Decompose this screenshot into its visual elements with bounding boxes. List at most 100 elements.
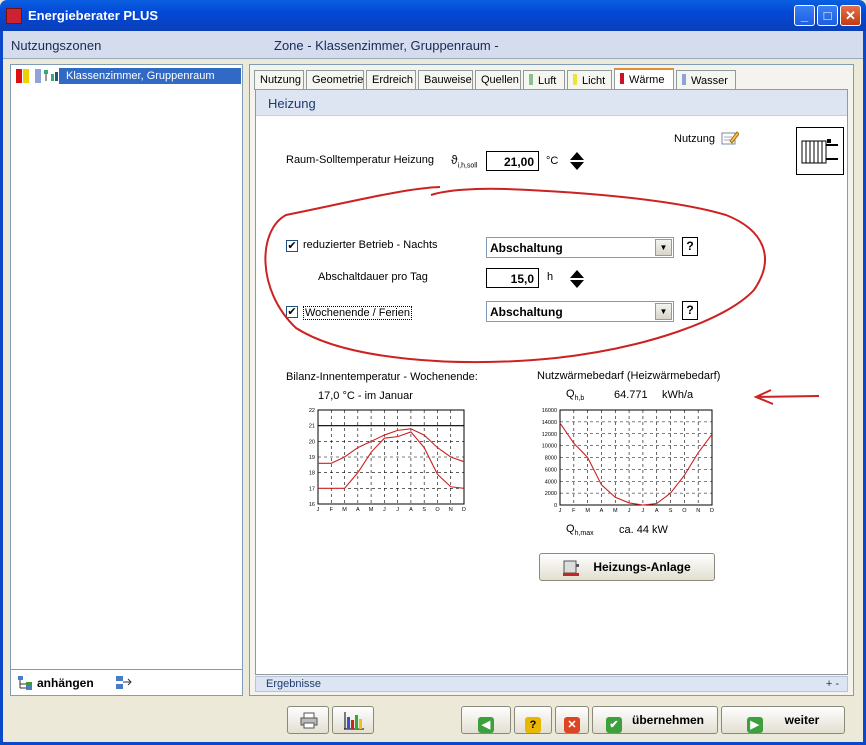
heat-demand-chart: 0 2000 4000 6000 8000 10000 12000 14000 16000 J F M… [538,406,718,516]
x-tick-label: J [559,508,562,514]
reduced-help-button[interactable]: ? [682,237,698,256]
confirm-button[interactable]: ✔ übernehmen [592,706,718,734]
tab-wasser[interactable]: Wasser [676,70,736,90]
plot-area [559,409,713,506]
tree-item[interactable]: Klassenzimmer, Gruppenraum [13,68,241,84]
x-tick-label: N [449,507,453,513]
chart-button[interactable] [332,706,374,734]
light-marker-icon [573,74,577,85]
x-tick-label: J [317,507,320,513]
y-tick-label: 4000 [545,479,557,485]
y-tick-label: 2000 [545,491,557,497]
heizungs-anlage-button[interactable]: Heizungs-Anlage [539,553,715,581]
maximize-button[interactable]: □ [817,5,838,26]
tab-label: Quellen [481,74,519,86]
x-tick-label: A [600,508,604,514]
print-button[interactable] [287,706,329,734]
weekend-checkbox[interactable]: ✔ [286,306,298,318]
tree-item-label[interactable]: Klassenzimmer, Gruppenraum [59,68,241,84]
weekend-mode-select[interactable]: Abschaltung ▼ [486,301,674,322]
attach-tree-icon [18,676,32,690]
cancel-button[interactable]: ✕ [555,706,589,734]
q-hb-unit: kWh/a [662,389,694,401]
q-symbol: Q [566,388,575,400]
zone-tree-icon [44,70,58,81]
x-tick-label: D [710,508,714,514]
title-bar: Energieberater PLUS _ □ ✕ [0,0,866,31]
check-icon: ✔ [605,717,622,733]
tab-luft[interactable]: Luft [523,70,565,90]
duration-input[interactable]: 15,0 [486,268,539,288]
tab-erdreich[interactable]: Erdreich [366,70,416,90]
printer-icon [300,712,318,729]
reduced-mode-value: Abschaltung [490,241,563,255]
confirm-label: übernehmen [631,713,704,727]
tab-waerme[interactable]: Wärme [614,68,674,91]
qmax-subscript: h,max [574,530,594,538]
light-flag-icon [23,69,29,83]
theta-subscript: i,h,soll [457,162,478,170]
tab-nutzung[interactable]: Nutzung [254,70,304,90]
results-toggle[interactable]: + - [826,678,839,690]
help-icon: ? [525,717,541,733]
cancel-icon: ✕ [564,717,580,733]
air-marker-icon [529,74,533,85]
y-tick-label: 0 [554,503,557,509]
next-label: weiter [784,713,820,727]
tree-footer: anhängen [11,669,242,695]
q-hb-value: 64.771 [614,389,648,401]
y-tick-label: 14000 [542,420,557,426]
help-button[interactable]: ? [514,706,552,734]
move-item-icon[interactable] [115,675,133,691]
x-tick-label: A [409,507,413,513]
x-tick-label: M [369,507,374,513]
nutzung-link[interactable]: Nutzung [674,133,715,145]
tab-label: Geometrie [312,74,364,86]
y-tick-label: 19 [309,455,315,461]
x-tick-label: J [396,507,399,513]
x-tick-label: A [356,507,360,513]
tab-licht[interactable]: Licht [567,70,612,90]
heat-flag-icon [16,69,22,83]
minimize-button[interactable]: _ [794,5,815,26]
y-tick-label: 17 [309,486,315,492]
attach-button[interactable]: anhängen [37,676,94,690]
y-tick-label: 10000 [542,444,557,450]
back-arrow-icon: ◀ [478,717,494,733]
edit-note-icon[interactable] [721,130,739,146]
room-temp-symbol: ϑi,h,soll [451,153,477,169]
chevron-down-icon[interactable]: ▼ [655,239,672,256]
weekend-help-button[interactable]: ? [682,301,698,320]
chevron-down-icon[interactable]: ▼ [655,303,672,320]
heizungs-anlage-label: Heizungs-Anlage [593,560,691,574]
reduced-checkbox[interactable]: ✔ [286,240,298,252]
heating-content: Heizung Nutzung Raum-Solltemperatur Heiz… [255,89,848,675]
x-tick-label: J [383,507,386,513]
results-bar[interactable]: Ergebnisse + - [255,676,848,692]
tab-bauweise[interactable]: Bauweise [418,70,473,90]
room-temp-stepper[interactable] [570,152,584,170]
reduced-mode-select[interactable]: Abschaltung ▼ [486,237,674,258]
y-tick-label: 16000 [542,408,557,414]
nutzwaerme-title: Nutzwärmebedarf (Heizwärmebedarf) [537,370,721,382]
app-icon [6,8,22,24]
room-temp-input[interactable]: 21,00 [486,151,539,171]
bar-chart-icon [344,712,364,730]
x-tick-label: A [655,508,659,514]
section-title: Heizung [256,90,847,116]
x-tick-label: N [696,508,700,514]
tab-label: Luft [538,75,557,87]
y-tick-label: 18 [309,471,315,477]
q-hmax-symbol: Qh,max [566,523,594,537]
tab-label: Nutzung [260,74,301,86]
q-subscript: h,b [574,395,585,403]
x-tick-label: J [642,508,645,514]
back-button[interactable]: ◀ [461,706,511,734]
close-window-button[interactable]: ✕ [840,5,861,26]
tab-geometrie[interactable]: Geometrie [306,70,364,90]
red-annotation-overlay [264,186,820,405]
duration-stepper[interactable] [570,270,584,288]
next-button[interactable]: ▶ weiter [721,706,845,734]
tab-quellen[interactable]: Quellen [475,70,521,90]
x-tick-label: F [330,507,334,513]
